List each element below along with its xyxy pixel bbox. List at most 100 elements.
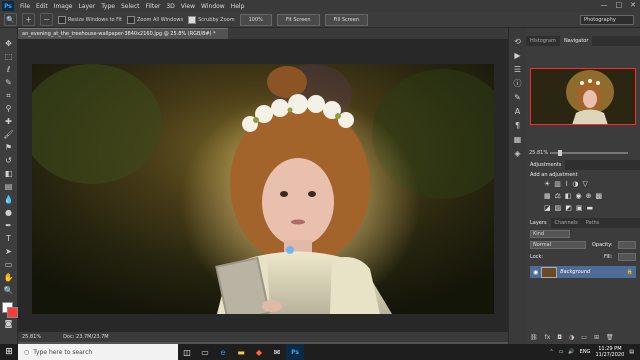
menu-file[interactable]: File (20, 3, 30, 10)
history-brush-icon[interactable]: ↺ (2, 155, 15, 166)
visibility-eye-icon[interactable]: ◉ (533, 269, 538, 276)
clone-stamp-icon[interactable]: ⚑ (2, 142, 15, 153)
document-image[interactable] (32, 64, 494, 314)
layer-name[interactable]: Background (560, 269, 590, 275)
path-select-icon[interactable]: ➤ (2, 246, 15, 257)
tab-layers[interactable]: Layers (526, 218, 551, 228)
folder-icon[interactable]: ▬ (232, 344, 250, 360)
styles-icon[interactable]: ◈ (512, 148, 524, 159)
type-tool-icon[interactable]: T (2, 233, 15, 244)
layer-style-icon[interactable]: fx (545, 334, 551, 341)
selective-color-icon[interactable]: ▣ (576, 204, 583, 212)
actions-icon[interactable]: ▶ (512, 50, 524, 61)
channel-mixer-icon[interactable]: ⊕ (586, 192, 592, 200)
gradient-map-icon[interactable]: ▬ (587, 204, 594, 212)
language-indicator[interactable]: ENG (580, 349, 591, 355)
posterize-icon[interactable]: ▨ (555, 204, 562, 212)
menu-3d[interactable]: 3D (166, 3, 174, 10)
link-layers-icon[interactable]: ⛓ (530, 334, 538, 341)
photoshop-taskbar-icon[interactable]: Ps (286, 344, 304, 360)
notifications-icon[interactable]: ▤ (629, 349, 634, 355)
clock[interactable]: 11:29 PM 11/27/2020 (595, 346, 624, 358)
menu-help[interactable]: Help (231, 3, 245, 10)
zoom-tool-side-icon[interactable]: 🔍 (2, 285, 15, 296)
eraser-tool-icon[interactable]: ◧ (2, 168, 15, 179)
levels-icon[interactable]: ▥ (554, 180, 561, 188)
dodge-tool-icon[interactable]: ● (2, 207, 15, 218)
navigator-zoom-slider[interactable] (550, 150, 628, 156)
pen-tool-icon[interactable]: ✒ (2, 220, 15, 231)
zoom-all-option[interactable]: Zoom All Windows (127, 15, 183, 24)
edge-icon[interactable]: e (214, 344, 232, 360)
document-tab[interactable]: an_evening_at_the_treehouse-wallpaper-38… (18, 28, 228, 39)
layer-row[interactable]: ◉ Background 🔒 (530, 266, 636, 278)
swatches-icon[interactable]: ▦ (512, 134, 524, 145)
invert-icon[interactable]: ◪ (544, 204, 551, 212)
quick-select-tool-icon[interactable]: ✎ (2, 77, 15, 88)
layer-filter-select[interactable]: Kind (530, 230, 570, 238)
photo-filter-icon[interactable]: ◉ (576, 192, 582, 200)
taskbar-search[interactable]: ○ Type here to search (18, 344, 178, 360)
healing-brush-icon[interactable]: ✚ (2, 116, 15, 127)
menu-select[interactable]: Select (121, 3, 140, 10)
lasso-tool-icon[interactable]: ℓ (2, 64, 15, 75)
quick-mask-icon[interactable]: ◙ (2, 318, 15, 329)
menu-edit[interactable]: Edit (36, 3, 48, 10)
background-color[interactable] (6, 307, 18, 318)
brightness-icon[interactable]: ☀ (544, 180, 550, 188)
color-swatches[interactable] (1, 302, 18, 318)
network-icon[interactable]: ▭ (559, 349, 564, 355)
zoom-all-checkbox[interactable] (127, 15, 135, 24)
curves-icon[interactable]: ⌇ (565, 180, 568, 188)
hand-tool-icon[interactable]: ✋ (2, 272, 15, 283)
character-icon[interactable]: A (512, 106, 524, 117)
tab-channels[interactable]: Channels (551, 218, 582, 228)
minimize-icon[interactable]: — (601, 1, 608, 9)
opacity-field[interactable] (618, 241, 636, 249)
brave-icon[interactable]: ◆ (250, 344, 268, 360)
blur-tool-icon[interactable]: 💧 (2, 194, 15, 205)
resize-windows-checkbox[interactable] (58, 15, 66, 24)
scrubby-zoom-checkbox[interactable] (188, 15, 197, 24)
new-group-icon[interactable]: ▭ (581, 334, 587, 341)
tab-navigator[interactable]: Navigator (559, 36, 593, 46)
history-icon[interactable]: ⟲ (512, 36, 524, 47)
brush-presets-icon[interactable]: ✎ (512, 92, 524, 103)
shape-tool-icon[interactable]: ▭ (2, 259, 15, 270)
menu-image[interactable]: Image (54, 3, 73, 10)
hue-saturation-icon[interactable]: ▦ (544, 192, 551, 200)
navigator-thumbnail[interactable] (530, 68, 636, 125)
actual-pixels-button[interactable]: 100% (239, 13, 272, 26)
move-tool-icon[interactable]: ✥ (2, 38, 15, 49)
menu-layer[interactable]: Layer (78, 3, 95, 10)
eyedropper-tool-icon[interactable]: ⚲ (2, 103, 15, 114)
resize-windows-option[interactable]: Resize Windows to Fit (58, 15, 122, 24)
fit-screen-button[interactable]: Fit Screen (276, 13, 320, 26)
zoom-in-icon[interactable]: ＋ (22, 13, 35, 26)
zoom-tool-icon[interactable]: 🔍 (4, 13, 17, 26)
tab-adjustments[interactable]: Adjustments (526, 160, 566, 170)
volume-icon[interactable]: 🔊 (568, 349, 574, 355)
blend-mode-select[interactable]: Normal (530, 241, 586, 249)
tab-paths[interactable]: Paths (582, 218, 604, 228)
task-view-icon[interactable]: ◫ (178, 344, 196, 360)
menu-window[interactable]: Window (201, 3, 225, 10)
vibrance-icon[interactable]: ▽ (582, 180, 587, 188)
navigator-view-box[interactable] (530, 68, 636, 125)
windows-start-icon[interactable]: ⊞ (0, 344, 18, 360)
zoom-out-icon[interactable]: － (40, 13, 53, 26)
new-layer-icon[interactable]: ⊞ (594, 334, 599, 341)
color-lookup-icon[interactable]: ▩ (596, 192, 603, 200)
delete-layer-icon[interactable]: 🗑 (606, 334, 614, 341)
maximize-icon[interactable]: □ (616, 1, 623, 9)
tab-histogram[interactable]: Histogram (526, 36, 560, 46)
menu-filter[interactable]: Filter (146, 3, 161, 10)
menu-view[interactable]: View (181, 3, 195, 10)
info-icon[interactable]: ⓘ (512, 78, 524, 89)
zoom-slider-handle[interactable] (558, 150, 562, 156)
fill-screen-button[interactable]: Fill Screen (324, 13, 369, 26)
mail-icon[interactable]: ✉ (268, 344, 286, 360)
add-mask-icon[interactable]: ◘ (557, 334, 562, 341)
gradient-tool-icon[interactable]: ▤ (2, 181, 15, 192)
paragraph-icon[interactable]: ¶ (512, 120, 524, 131)
